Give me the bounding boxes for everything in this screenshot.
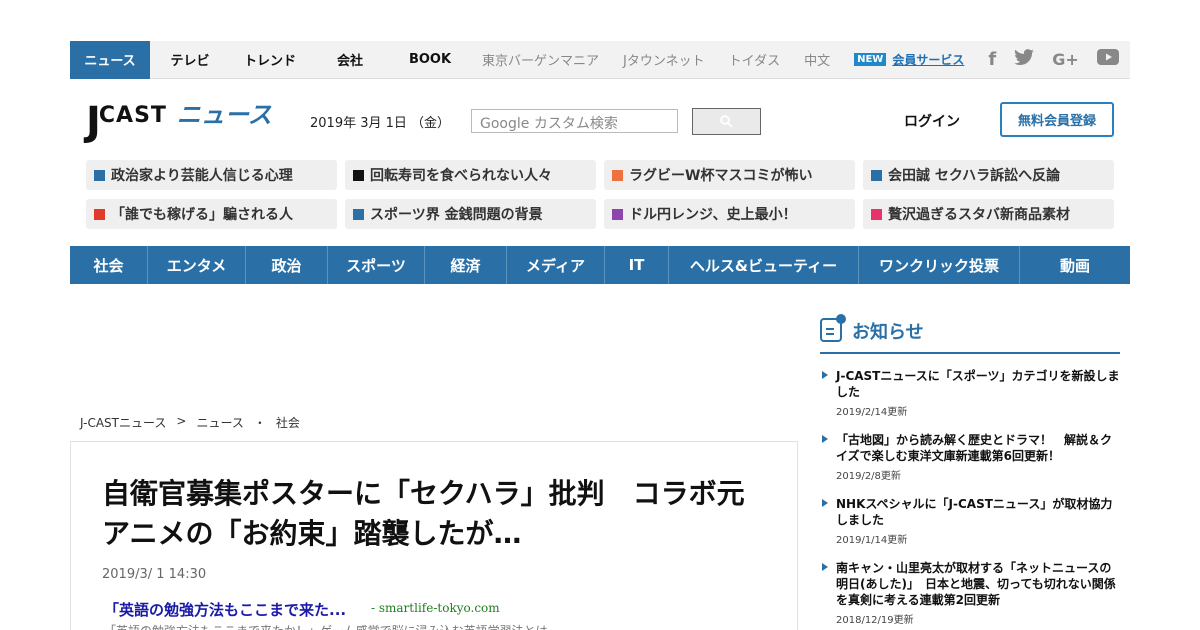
breadcrumb-home[interactable]: J-CASTニュース [80, 414, 166, 431]
trending-label: ラグビーW杯マスコミが怖い [629, 168, 813, 184]
trending-label: スポーツ界 金銭問題の背景 [370, 207, 543, 223]
youtube-icon[interactable] [1096, 49, 1119, 70]
breadcrumb-sep: ・ [253, 416, 266, 430]
category-tab[interactable]: スポーツ [328, 246, 425, 284]
trending-color-marker [94, 208, 105, 220]
trending-item[interactable]: 「誰でも稼げる」騙される人 [86, 199, 337, 229]
notice-item-date: 2019/2/8更新 [836, 471, 901, 482]
notice-list: J-CASTニュースに「スポーツ」カテゴリを新設しました 2019/2/14更新「… [820, 368, 1120, 630]
notice-item-title: J-CASTニュースに「スポーツ」カテゴリを新設しました [836, 369, 1120, 399]
trending-color-marker [353, 208, 364, 220]
new-badge: NEW [854, 53, 887, 66]
login-link[interactable]: ログイン [904, 111, 960, 131]
notice-item-title: NHKスペシャルに「J-CASTニュース」が取材協力しました [836, 497, 1113, 527]
top-tab-company[interactable]: 会社 [310, 41, 390, 79]
search-input[interactable]: Google カスタム検索 [471, 109, 678, 133]
search-button[interactable] [692, 108, 761, 135]
category-tab[interactable]: 動画 [1020, 246, 1130, 284]
trending-color-marker [94, 169, 105, 181]
category-tab[interactable]: 経済 [425, 246, 507, 284]
notice-icon [820, 314, 846, 342]
breadcrumb-sep: > [176, 414, 187, 428]
ad-description: 「英語の勉強方法もここまで来たか！」ゲーム感覚で脳に浸み込む英語学習法とは [104, 622, 548, 630]
trending-item[interactable]: ラグビーW杯マスコミが怖い [604, 160, 855, 190]
register-button[interactable]: 無料会員登録 [1000, 102, 1114, 137]
article: 自衛官募集ポスターに「セクハラ」批判 コラボ元アニメの「お約束」踏襲したが… 2… [70, 441, 798, 630]
notice-item-date: 2019/2/14更新 [836, 407, 908, 418]
top-tab-book[interactable]: BOOK [390, 41, 470, 79]
trending-item[interactable]: 贅沢過ぎるスタバ新商品素材 [863, 199, 1114, 229]
ad-link[interactable]: 「英語の勉強方法もここまで来た... [104, 599, 346, 620]
arrow-icon [822, 499, 828, 507]
notice-item-date: 2019/1/14更新 [836, 535, 908, 546]
top-tab-tv[interactable]: テレビ [150, 41, 230, 79]
trending-label: 回転寿司を食べられない人々 [370, 168, 552, 184]
trending-label: 政治家より芸能人信じる心理 [111, 168, 293, 184]
trending-item[interactable]: ドル円レンジ、史上最小！ [604, 199, 855, 229]
notice-item-title: 南キャン・山里亮太が取材する「ネットニュースの明日(あした)」 日本と地震、切っ… [836, 561, 1116, 607]
notice-item[interactable]: J-CASTニュースに「スポーツ」カテゴリを新設しました 2019/2/14更新 [820, 368, 1120, 418]
notice-item[interactable]: NHKスペシャルに「J-CASTニュース」が取材協力しました 2019/1/14更… [820, 496, 1120, 546]
top-tab-trend[interactable]: トレンド [230, 41, 310, 79]
current-date: 2019年 3月 1日 （金） [310, 116, 451, 131]
breadcrumb: J-CASTニュース > ニュース ・ 社会 [80, 414, 300, 431]
trending-label: ドル円レンジ、史上最小！ [629, 207, 797, 223]
trending-color-marker [612, 208, 623, 220]
trending-item[interactable]: スポーツ界 金銭問題の背景 [345, 199, 596, 229]
category-tab[interactable]: IT [605, 246, 669, 284]
top-tab-bargain[interactable]: 東京バーゲンマニア [470, 41, 611, 79]
notice-item-title: 「古地図」から読み解く歴史とドラマ！ 解説＆クイズで楽しむ東洋文庫新連載第6回更… [836, 433, 1113, 463]
logo-cast: CAST [98, 103, 167, 128]
notice-item[interactable]: 「古地図」から読み解く歴史とドラマ！ 解説＆クイズで楽しむ東洋文庫新連載第6回更… [820, 432, 1120, 482]
trending-label: 会田誠 セクハラ訴訟へ反論 [888, 168, 1061, 184]
category-nav: 社会 エンタメ 政治 スポーツ 経済 メディア IT ヘルス&ビューティー ワンクリック投票 動画 [70, 246, 1130, 284]
trending-item[interactable]: 政治家より芸能人信じる心理 [86, 160, 337, 190]
member-service-link[interactable]: 会員サービス [892, 51, 964, 68]
facebook-icon[interactable]: f [988, 49, 996, 70]
article-title: 自衛官募集ポスターに「セクハラ」批判 コラボ元アニメの「お約束」踏襲したが… [102, 477, 745, 550]
category-tab[interactable]: メディア [507, 246, 605, 284]
notice-item[interactable]: 南キャン・山里亮太が取材する「ネットニュースの明日(あした)」 日本と地震、切っ… [820, 560, 1120, 626]
breadcrumb-society[interactable]: 社会 [276, 414, 300, 431]
arrow-icon [822, 563, 828, 571]
twitter-icon[interactable] [1014, 49, 1035, 70]
trending-item[interactable]: 回転寿司を食べられない人々 [345, 160, 596, 190]
trending-color-marker [612, 169, 623, 181]
trending-color-marker [871, 169, 882, 181]
google-plus-icon[interactable]: G+ [1052, 50, 1079, 69]
trending-item[interactable]: 会田誠 セクハラ訴訟へ反論 [863, 160, 1114, 190]
trending-color-marker [353, 169, 364, 181]
trending-color-marker [871, 208, 882, 220]
top-nav-bar: ニュース テレビ トレンド 会社 BOOK 東京バーゲンマニア Jタウンネット … [70, 40, 1130, 79]
notice-header: お知らせ [820, 314, 1120, 354]
search-icon [720, 115, 733, 128]
top-tab-jtown[interactable]: Jタウンネット [611, 41, 717, 79]
arrow-icon [822, 371, 828, 379]
article-timestamp: 2019/3/ 1 14:30 [102, 567, 207, 582]
top-tab-news[interactable]: ニュース [70, 40, 150, 79]
category-tab[interactable]: 社会 [70, 246, 148, 284]
jcast-logo[interactable]: J CAST ニュース [86, 98, 272, 142]
category-tab[interactable]: ヘルス&ビューティー [669, 246, 859, 284]
page: ニュース テレビ トレンド 会社 BOOK 東京バーゲンマニア Jタウンネット … [0, 0, 1200, 630]
top-tab-toidas[interactable]: トイダス [717, 41, 792, 79]
trending-label: 「誰でも稼げる」騙される人 [111, 207, 293, 223]
top-tab-chinese[interactable]: 中文 [792, 41, 842, 79]
breadcrumb-news[interactable]: ニュース [196, 414, 243, 431]
trending-topics: 政治家より芸能人信じる心理 回転寿司を食べられない人々 ラグビーW杯マスコミが怖い 会… [86, 160, 1114, 229]
social-links: f G+ [988, 49, 1119, 70]
category-tab[interactable]: ワンクリック投票 [859, 246, 1020, 284]
logo-news: ニュース [176, 101, 272, 129]
arrow-icon [822, 435, 828, 443]
trending-label: 贅沢過ぎるスタバ新商品素材 [888, 207, 1070, 223]
notice-item-date: 2018/12/19更新 [836, 615, 914, 626]
notice-title: お知らせ [852, 322, 924, 343]
category-tab[interactable]: 政治 [246, 246, 328, 284]
ad-source[interactable]: - smartlife-tokyo.com [371, 601, 500, 615]
category-tab[interactable]: エンタメ [148, 246, 246, 284]
